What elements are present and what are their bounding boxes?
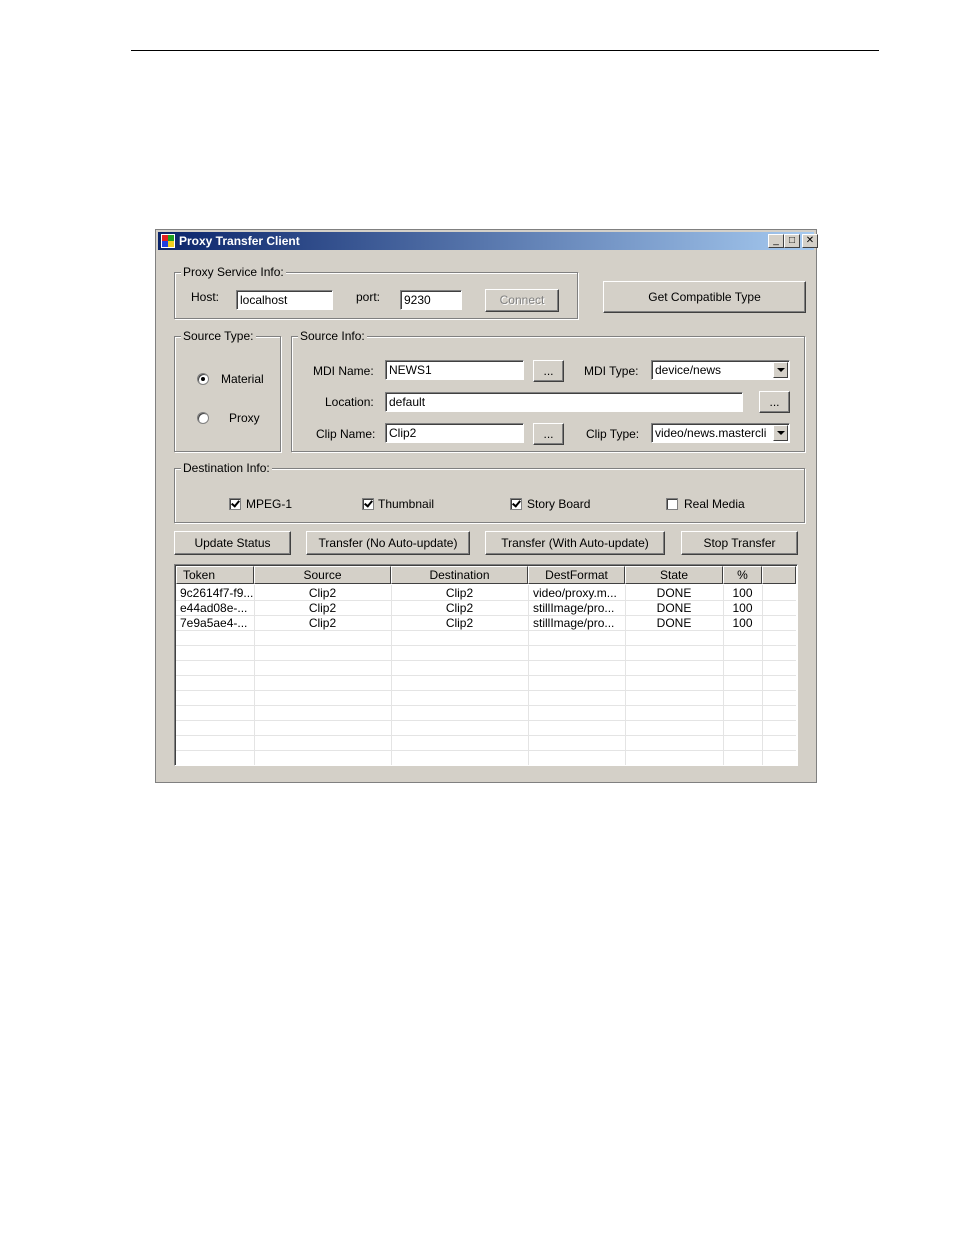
- location-input[interactable]: default: [385, 392, 743, 412]
- source-info-group-label: Source Info:: [298, 329, 367, 343]
- cell-destformat: stillImage/pro...: [533, 616, 615, 630]
- port-label: port:: [356, 290, 381, 304]
- port-input[interactable]: 9230: [400, 290, 462, 310]
- empty-row: [176, 706, 796, 721]
- thumbnail-label: Thumbnail: [378, 497, 435, 511]
- host-input[interactable]: localhost: [236, 290, 333, 310]
- thumbnail-checkbox[interactable]: [362, 498, 374, 510]
- column-header-percent[interactable]: %: [723, 566, 762, 584]
- source-type-group-label: Source Type:: [181, 329, 256, 343]
- mpeg1-checkbox[interactable]: [229, 498, 241, 510]
- empty-row: [176, 721, 796, 736]
- mdi-type-label: MDI Type:: [584, 364, 639, 378]
- mdi-type-value: device/news: [655, 363, 722, 377]
- proxy-radio[interactable]: [197, 412, 209, 424]
- cell-token: e44ad08e-...: [180, 601, 248, 615]
- minimize-icon[interactable]: _: [768, 234, 784, 248]
- mdi-name-browse-button[interactable]: ...: [533, 360, 564, 382]
- mdi-type-select[interactable]: device/news: [651, 360, 790, 380]
- location-label: Location:: [325, 395, 374, 409]
- clip-name-browse-button[interactable]: ...: [533, 423, 564, 445]
- real-media-label: Real Media: [684, 497, 745, 511]
- mdi-name-input[interactable]: NEWS1: [385, 360, 524, 380]
- cell-state: DONE: [656, 586, 692, 600]
- real-media-checkbox[interactable]: [666, 498, 678, 510]
- clip-name-input[interactable]: Clip2: [385, 423, 524, 443]
- table-row[interactable]: 7e9a5ae4-... Clip2 Clip2 stillImage/pro.…: [176, 616, 796, 631]
- window-title: Proxy Transfer Client: [179, 234, 300, 248]
- proxy-service-group-label: Proxy Service Info:: [181, 265, 286, 279]
- proxy-radio-label: Proxy: [229, 411, 260, 425]
- app-icon: [161, 234, 175, 248]
- destination-info-group: Destination Info:: [174, 461, 805, 523]
- clip-type-label: Clip Type:: [586, 427, 640, 441]
- cell-token: 9c2614f7-f9...: [180, 586, 254, 600]
- column-header-destformat[interactable]: DestFormat: [528, 566, 625, 584]
- clip-type-select[interactable]: video/news.mastercli: [651, 423, 790, 443]
- connect-button[interactable]: Connect: [485, 289, 559, 312]
- cell-destination: Clip2: [445, 616, 474, 630]
- clip-name-label: Clip Name:: [316, 427, 376, 441]
- destination-info-group-label: Destination Info:: [181, 461, 272, 475]
- transfer-no-auto-update-button[interactable]: Transfer (No Auto-update): [306, 531, 470, 555]
- column-header-state[interactable]: State: [625, 566, 723, 584]
- empty-row: [176, 736, 796, 751]
- cell-source: Clip2: [308, 586, 337, 600]
- mpeg1-label: MPEG-1: [246, 497, 293, 511]
- column-header-destination[interactable]: Destination: [391, 566, 528, 584]
- location-browse-button[interactable]: ...: [759, 391, 790, 413]
- cell-destformat: video/proxy.m...: [533, 586, 617, 600]
- column-header-token[interactable]: Token: [176, 566, 254, 584]
- host-label: Host:: [191, 290, 220, 304]
- cell-percent: 100: [732, 601, 753, 615]
- empty-row: [176, 751, 796, 765]
- cell-destformat: stillImage/pro...: [533, 601, 615, 615]
- cell-destination: Clip2: [445, 586, 474, 600]
- story-board-checkbox[interactable]: [510, 498, 522, 510]
- material-radio[interactable]: [197, 373, 209, 385]
- stop-transfer-button[interactable]: Stop Transfer: [681, 531, 798, 555]
- table-row[interactable]: 9c2614f7-f9... Clip2 Clip2 video/proxy.m…: [176, 586, 796, 601]
- close-icon[interactable]: ✕: [802, 234, 818, 248]
- empty-row: [176, 691, 796, 706]
- story-board-label: Story Board: [527, 497, 591, 511]
- source-type-group: Source Type:: [174, 329, 281, 452]
- empty-row: [176, 676, 796, 691]
- clip-type-value: video/news.mastercli: [655, 426, 767, 440]
- cell-state: DONE: [656, 616, 692, 630]
- cell-percent: 100: [732, 586, 753, 600]
- transfer-status-table[interactable]: Token Source Destination DestFormat Stat…: [174, 564, 798, 766]
- table-row[interactable]: e44ad08e-... Clip2 Clip2 stillImage/pro.…: [176, 601, 796, 616]
- cell-source: Clip2: [308, 616, 337, 630]
- cell-destination: Clip2: [445, 601, 474, 615]
- chevron-down-icon[interactable]: [773, 362, 788, 378]
- empty-row: [176, 661, 796, 676]
- cell-state: DONE: [656, 601, 692, 615]
- column-header-source[interactable]: Source: [254, 566, 391, 584]
- cell-token: 7e9a5ae4-...: [180, 616, 248, 630]
- cell-percent: 100: [732, 616, 753, 630]
- get-compatible-type-button[interactable]: Get Compatible Type: [603, 281, 806, 313]
- chevron-down-icon[interactable]: [773, 425, 788, 441]
- transfer-with-auto-update-button[interactable]: Transfer (With Auto-update): [485, 531, 665, 555]
- cell-source: Clip2: [308, 601, 337, 615]
- mdi-name-label: MDI Name:: [313, 364, 374, 378]
- maximize-icon[interactable]: □: [784, 234, 800, 248]
- empty-row: [176, 646, 796, 661]
- page-rule: [131, 50, 879, 51]
- material-radio-label: Material: [221, 372, 264, 386]
- update-status-button[interactable]: Update Status: [174, 531, 291, 555]
- empty-row: [176, 631, 796, 646]
- column-header-filler: [762, 566, 796, 584]
- title-bar[interactable]: Proxy Transfer Client _ □ ✕: [158, 232, 818, 250]
